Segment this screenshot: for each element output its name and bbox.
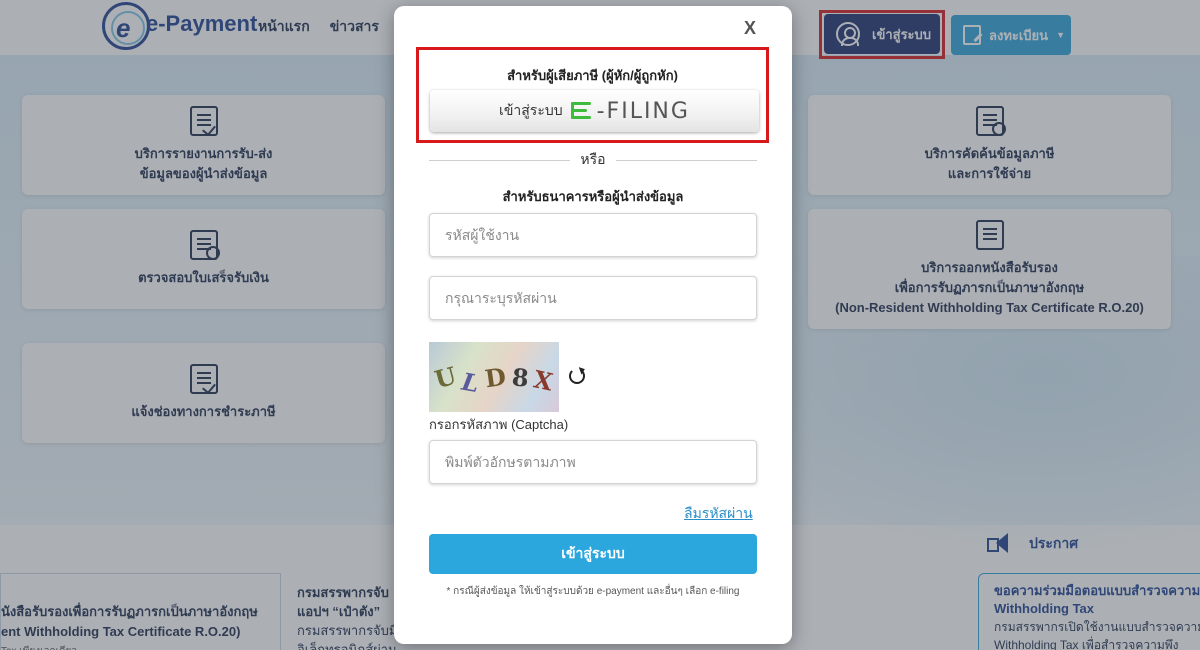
- efiling-section-title: สำหรับผู้เสียภาษี (ผู้หัก/ผู้ถูกหัก): [507, 68, 678, 83]
- forgot-password-link[interactable]: ลืมรหัสผ่าน: [684, 503, 753, 525]
- captcha-label: กรอกรหัสภาพ (Captcha): [429, 417, 569, 432]
- captcha-image: U L D 8 X: [429, 342, 559, 412]
- efiling-logo: -FILING: [570, 98, 690, 124]
- captcha-char: D: [482, 361, 508, 393]
- bank-section-title: สำหรับธนาคารหรือผู้นำส่งข้อมูล: [502, 189, 684, 204]
- efiling-logo-text: -FILING: [596, 98, 690, 124]
- captcha-char: U: [431, 360, 460, 394]
- captcha-input[interactable]: [429, 440, 757, 484]
- captcha-char: 8: [510, 361, 530, 393]
- divider-line: [615, 159, 757, 161]
- close-button[interactable]: X: [744, 18, 756, 39]
- efiling-login-button[interactable]: เข้าสู่ระบบ -FILING: [430, 90, 759, 132]
- efiling-e-icon: [570, 101, 593, 121]
- efiling-highlight-box: สำหรับผู้เสียภาษี (ผู้หัก/ผู้ถูกหัก) เข้…: [416, 47, 769, 143]
- username-input[interactable]: [429, 213, 757, 257]
- efiling-login-label: เข้าสู่ระบบ: [499, 102, 563, 118]
- captcha-char: X: [531, 363, 556, 397]
- captcha-char: L: [459, 366, 482, 398]
- refresh-icon[interactable]: [569, 368, 585, 384]
- login-submit-button[interactable]: เข้าสู่ระบบ: [429, 534, 757, 574]
- login-note: * กรณีผู้ส่งข้อมูล ให้เข้าสู่ระบบด้วย e-…: [446, 586, 740, 597]
- divider-line: [429, 159, 571, 161]
- or-text: หรือ: [580, 151, 606, 167]
- login-modal: X สำหรับผู้เสียภาษี (ผู้หัก/ผู้ถูกหัก) เ…: [394, 6, 792, 644]
- password-input[interactable]: [429, 276, 757, 320]
- or-divider: หรือ: [429, 149, 757, 171]
